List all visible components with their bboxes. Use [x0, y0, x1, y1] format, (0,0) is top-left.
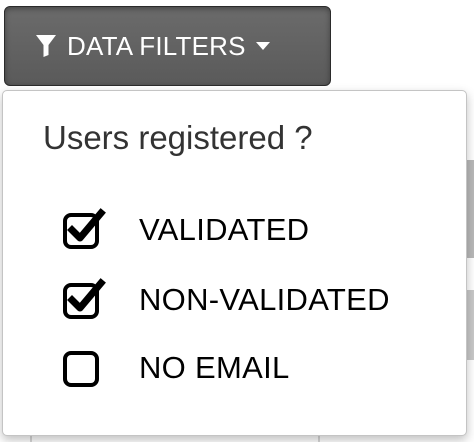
option-no-email[interactable]: NO EMAIL: [61, 345, 290, 391]
funnel-icon: [36, 35, 56, 57]
checkbox-checked-icon[interactable]: [61, 207, 107, 253]
caret-down-icon: [255, 42, 270, 50]
data-filters-label: DATA FILTERS: [67, 30, 246, 61]
data-filters-button[interactable]: DATA FILTERS: [4, 6, 331, 86]
filters-dropdown-menu: Users registered ? VALIDATED NON-VALIDAT…: [2, 90, 467, 436]
option-non-validated[interactable]: NON-VALIDATED: [61, 277, 390, 323]
checkbox-checked-icon[interactable]: [61, 277, 107, 323]
background-divider: [318, 436, 320, 442]
option-label: NO EMAIL: [139, 350, 290, 385]
option-label: NON-VALIDATED: [139, 282, 390, 317]
checkbox-unchecked-icon[interactable]: [61, 345, 107, 391]
background-divider: [30, 436, 32, 442]
dropdown-title: Users registered ?: [43, 119, 313, 156]
option-validated[interactable]: VALIDATED: [61, 207, 309, 253]
option-label: VALIDATED: [139, 212, 310, 247]
